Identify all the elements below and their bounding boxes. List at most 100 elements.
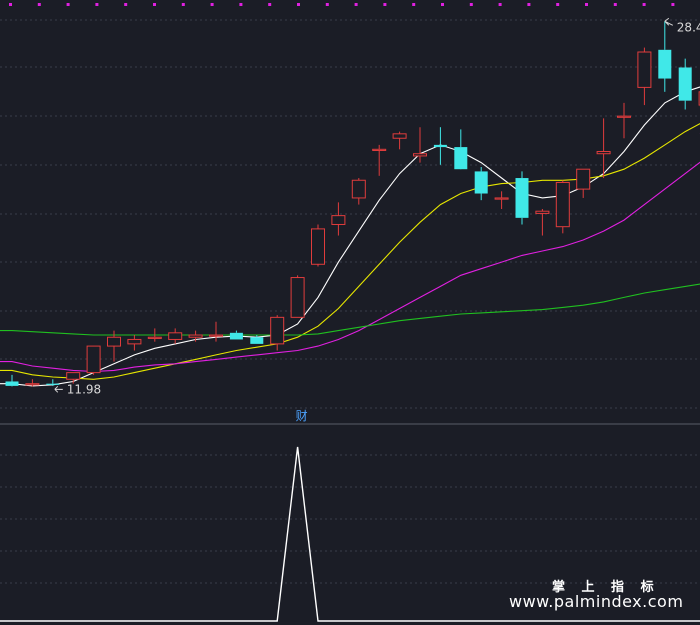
candle-body [107, 336, 121, 347]
candle-20 [413, 127, 427, 163]
watermark-url: www.palmindex.com [509, 592, 683, 611]
candle-33 [678, 58, 692, 110]
ma-line-1 [0, 106, 700, 380]
watermark: 掌 上 指 标 www.palmindex.com [509, 579, 683, 611]
candle-24 [494, 191, 509, 209]
candle-14 [290, 275, 305, 318]
candle-body [25, 383, 40, 386]
candle-0 [5, 374, 19, 387]
low-price-label: 11.98 [67, 382, 101, 396]
candle-1 [25, 379, 40, 387]
top-dot-0 [9, 3, 12, 6]
top-dot-12 [354, 3, 358, 6]
top-dot-23 [671, 3, 675, 6]
candle-body [413, 153, 427, 157]
top-dot-6 [181, 3, 185, 6]
candle-26 [535, 209, 550, 236]
candle-body [209, 334, 223, 337]
top-dot-5 [153, 3, 156, 6]
candle-body [515, 178, 529, 218]
candle-body [474, 171, 488, 194]
candle-23 [474, 166, 488, 201]
candle-19 [392, 131, 407, 150]
candle-body [555, 181, 570, 228]
ma-line-0 [0, 78, 700, 387]
candle-13 [270, 315, 285, 351]
top-dot-4 [124, 3, 128, 6]
candle-32 [658, 21, 672, 92]
candle-body [46, 383, 60, 385]
candle-body [270, 316, 285, 345]
high-label-arrow [664, 17, 674, 26]
top-dot-20 [585, 3, 588, 6]
top-dot-8 [239, 3, 243, 6]
chart-canvas: 28.49 11.98 财 掌 上 指 标 www.palmindex.com [0, 3, 700, 622]
ma-line-3 [0, 277, 700, 336]
candle-body [86, 345, 101, 374]
high-price-label: 28.49 [677, 20, 700, 34]
candle-body [66, 372, 81, 380]
top-dot-11 [325, 3, 329, 6]
candle-10 [209, 321, 223, 342]
candle-body [331, 215, 346, 225]
candle-30 [617, 102, 631, 139]
candle-15 [311, 224, 325, 267]
top-dot-21 [613, 3, 617, 6]
candle-31 [637, 47, 652, 106]
candle-21 [433, 127, 447, 165]
candle-body [147, 336, 162, 339]
candle-body [535, 210, 550, 214]
candle-body [576, 168, 591, 190]
indicator-marker-label: 财 [296, 409, 308, 423]
candle-body [311, 228, 325, 265]
top-dot-2 [66, 3, 70, 6]
top-dot-10 [297, 3, 300, 6]
candle-body [229, 332, 243, 340]
candle-body [433, 144, 447, 148]
ma-line-2 [0, 133, 700, 373]
candle-body [494, 197, 509, 200]
top-dot-14 [412, 3, 416, 6]
top-dot-19 [556, 3, 560, 6]
candle-body [454, 147, 468, 170]
top-dot-17 [498, 3, 502, 6]
candle-body [168, 332, 183, 340]
low-label-arrow [54, 385, 63, 393]
candle-body [188, 334, 203, 338]
candle-28 [576, 168, 591, 198]
candle-body [637, 51, 652, 88]
candle-body [617, 115, 631, 118]
candle-6 [127, 335, 142, 351]
top-dot-16 [469, 3, 473, 6]
candle-body [596, 151, 611, 155]
price-grid [0, 19, 700, 584]
top-dot-9 [268, 3, 272, 6]
candle-22 [454, 129, 468, 170]
top-dot-1 [37, 3, 41, 6]
price-labels: 28.49 11.98 财 [54, 17, 700, 423]
candle-body [392, 133, 407, 139]
candlestick-series [5, 21, 700, 387]
candle-body [372, 148, 387, 152]
candle-11 [229, 330, 243, 340]
top-dot-13 [383, 3, 387, 6]
candle-16 [331, 202, 346, 236]
top-dot-22 [642, 3, 646, 6]
top-dot-markers [9, 3, 675, 6]
candle-body [127, 338, 142, 345]
candle-body [678, 67, 692, 101]
top-dot-3 [95, 3, 99, 6]
top-dot-7 [210, 3, 214, 6]
top-dot-15 [441, 3, 444, 6]
candle-body [351, 179, 366, 199]
moving-average-lines [0, 78, 700, 387]
candle-17 [351, 178, 366, 205]
top-dot-18 [527, 3, 531, 6]
candle-body [658, 49, 672, 79]
candle-body [5, 381, 19, 386]
candle-body [290, 277, 305, 318]
candle-25 [515, 171, 529, 225]
candle-27 [555, 180, 570, 234]
candle-18 [372, 144, 387, 176]
candle-body [250, 337, 264, 344]
